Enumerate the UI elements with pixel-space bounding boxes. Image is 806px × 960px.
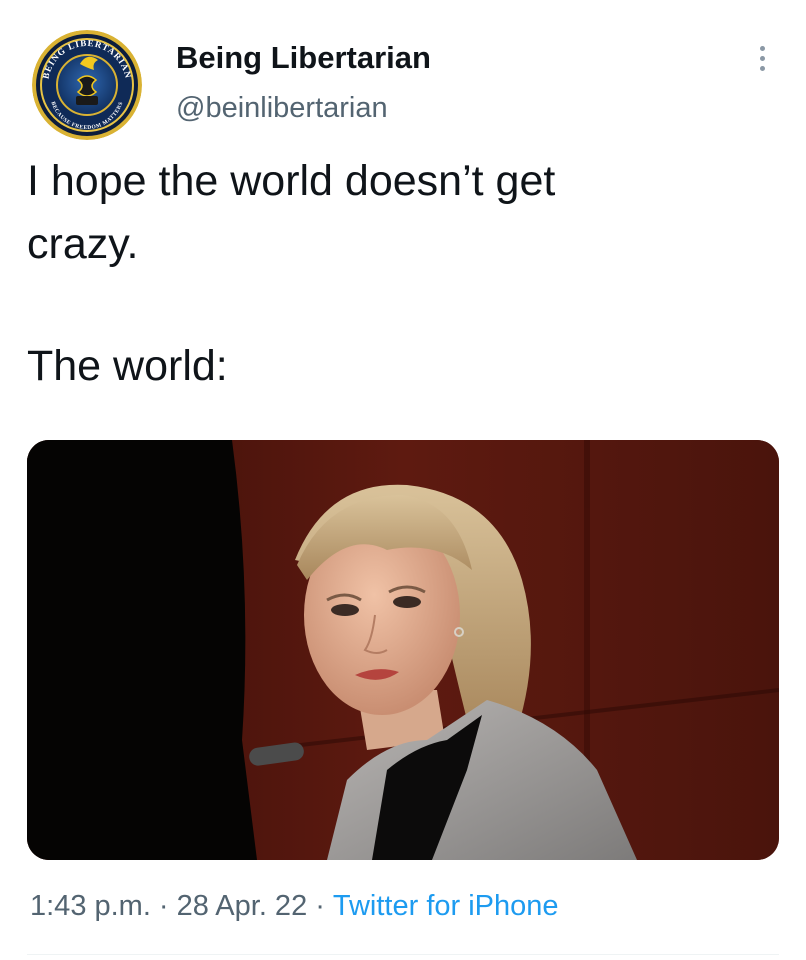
tweet-text-line: The world: bbox=[27, 342, 228, 390]
tweet-text-line: I hope the world doesn’t get bbox=[27, 157, 556, 205]
libertarian-logo-icon: BEING LIBERTARIAN BECAUSE FREEDOM MATTER… bbox=[32, 30, 142, 140]
tweet-source-link[interactable]: Twitter for iPhone bbox=[333, 890, 559, 922]
more-dot bbox=[759, 65, 765, 71]
tweet-media-photo[interactable] bbox=[27, 440, 779, 860]
tweet-text: I hope the world doesn’t get crazy. The … bbox=[27, 150, 777, 398]
tweet-text-line: crazy. bbox=[27, 220, 139, 268]
photo-of-woman-in-courtroom-icon bbox=[27, 440, 779, 860]
more-dot bbox=[759, 45, 765, 51]
tweet-time[interactable]: 1:43 p.m. bbox=[30, 890, 151, 922]
meta-separator: · bbox=[315, 890, 325, 922]
divider bbox=[27, 954, 779, 955]
avatar[interactable]: BEING LIBERTARIAN BECAUSE FREEDOM MATTER… bbox=[32, 30, 142, 140]
tweet: BEING LIBERTARIAN BECAUSE FREEDOM MATTER… bbox=[0, 0, 806, 960]
meta-separator: · bbox=[158, 890, 169, 922]
more-dot bbox=[759, 55, 765, 61]
tweet-date[interactable]: 28 Apr. 22 bbox=[177, 890, 308, 922]
author-handle[interactable]: @beinlibertarian bbox=[176, 92, 388, 125]
tweet-meta: 1:43 p.m. · 28 Apr. 22 · Twitter for iPhone bbox=[30, 890, 559, 923]
author-name[interactable]: Being Libertarian bbox=[176, 40, 431, 76]
more-options-icon[interactable] bbox=[748, 38, 776, 78]
